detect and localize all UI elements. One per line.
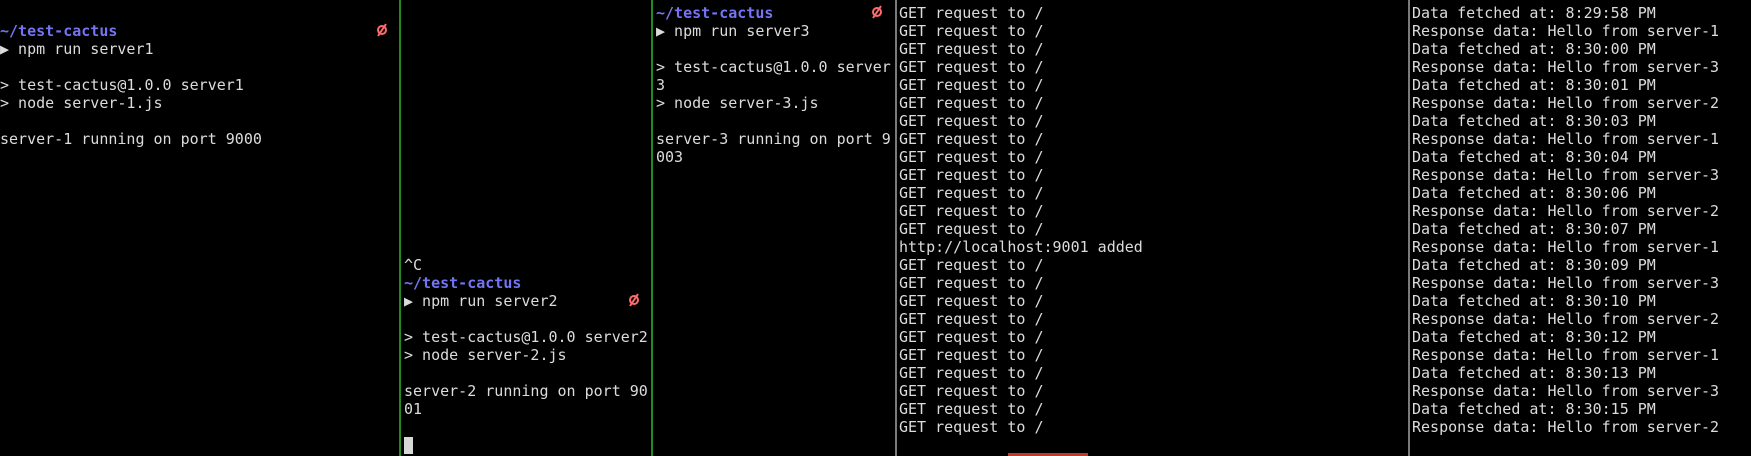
terminal-line: GET request to / [899,364,1044,382]
terminal-line: Response data: Hello from server-3 [1412,166,1720,184]
terminal-line: > test-cactus@1.0.0 server1 [0,76,244,94]
terminal-line: GET request to / [899,148,1044,166]
terminal-line: > node server-2.js [404,346,567,364]
terminal-line: ▶ npm run server1 [0,40,154,58]
terminal-line: > test-cactus@1.0.0 server2 [404,328,648,346]
terminal-line: server-2 running on port 90 [404,382,648,400]
terminal-line: Response data: Hello from server-2 [1412,94,1720,112]
terminal-line: ^C [404,256,423,274]
terminal-line: Response data: Hello from server-1 [1412,130,1720,148]
terminal-pane-server2[interactable]: ^C ~/test-cactus ▶ npm run server2 > test-c… [404,0,652,456]
terminal-line: Response data: Hello from server-2 [1412,310,1720,328]
terminal-pane-client[interactable]: Data fetched at: 8:29:58 PM Response data… [1412,0,1751,456]
terminal-line: http://localhost:9001 added [899,238,1143,256]
terminal-line: Data fetched at: 8:30:10 PM [1412,292,1656,310]
prompt-path: ~/test-cactus [404,274,522,292]
terminal-line: GET request to / [899,400,1044,418]
terminal-line: GET request to / [899,184,1044,202]
terminal-cursor [404,437,413,454]
terminal-line: Response data: Hello from server-1 [1412,238,1720,256]
terminal-line: Response data: Hello from server-3 [1412,274,1720,292]
terminal-line: GET request to / [899,256,1044,274]
terminal-line: > test-cactus@1.0.0 server [656,58,891,76]
terminal-line: GET request to / [899,112,1044,130]
prompt-path: ~/test-cactus [656,4,774,22]
terminal-pane-server1[interactable]: ~/test-cactus ▶ npm run server1 > test-cac… [0,0,400,456]
terminal-line: Data fetched at: 8:30:13 PM [1412,364,1656,382]
terminal-line: GET request to / [899,40,1044,58]
terminal-line: GET request to / [899,346,1044,364]
terminal-line: Data fetched at: 8:30:04 PM [1412,148,1656,166]
terminal-line: Data fetched at: 8:30:00 PM [1412,40,1656,58]
terminal-line: GET request to / [899,4,1044,22]
terminal-line: GET request to / [899,58,1044,76]
terminal-line: GET request to / [899,274,1044,292]
terminal-line: Data fetched at: 8:30:03 PM [1412,112,1656,130]
prompt-path: ~/test-cactus [0,22,118,40]
terminal-line: GET request to / [899,94,1044,112]
terminal-line: Data fetched at: 8:30:15 PM [1412,400,1656,418]
terminal-line: GET request to / [899,76,1044,94]
git-dirty-icon [629,293,639,307]
terminal-line: Response data: Hello from server-1 [1412,22,1720,40]
terminal-line: Response data: Hello from server-3 [1412,58,1720,76]
terminal-pane-server3[interactable]: ~/test-cactus ▶ npm run server3 > test-cac… [656,0,895,456]
terminal-line: 003 [656,148,684,166]
terminal-line: Data fetched at: 8:30:12 PM [1412,328,1656,346]
terminal-line: server-1 running on port 9000 [0,130,262,148]
pane-divider[interactable] [895,0,897,456]
terminal-line: 3 [656,76,666,94]
terminal-line: GET request to / [899,292,1044,310]
terminal-line: Data fetched at: 8:30:01 PM [1412,76,1656,94]
terminal-line: GET request to / [899,220,1044,238]
terminal-line: GET request to / [899,382,1044,400]
git-dirty-icon [872,5,882,19]
terminal-line: > node server-1.js [0,94,163,112]
terminal-line: Response data: Hello from server-2 [1412,202,1720,220]
terminal-line: Data fetched at: 8:30:06 PM [1412,184,1656,202]
terminal-line: Response data: Hello from server-1 [1412,346,1720,364]
terminal-line: GET request to / [899,22,1044,40]
terminal-line: GET request to / [899,166,1044,184]
terminal-line: GET request to / [899,418,1044,436]
terminal-line: Response data: Hello from server-2 [1412,418,1720,436]
terminal-line: GET request to / [899,202,1044,220]
terminal-line: ▶ npm run server3 [656,22,810,40]
terminal-line: Data fetched at: 8:29:58 PM [1412,4,1656,22]
pane-divider[interactable] [1408,0,1410,456]
terminal-line: server-3 running on port 9 [656,130,891,148]
pane-divider[interactable] [651,0,653,456]
terminal-line: ▶ npm run server2 [404,292,558,310]
terminal-line: > node server-3.js [656,94,819,112]
terminal-line: Data fetched at: 8:30:07 PM [1412,220,1656,238]
pane-divider[interactable] [399,0,401,456]
terminal-line: Response data: Hello from server-3 [1412,382,1720,400]
terminal-line: 01 [404,400,423,418]
git-dirty-icon [377,23,387,37]
terminal-line: Data fetched at: 8:30:09 PM [1412,256,1656,274]
terminal-pane-load-balancer[interactable]: GET request to / GET request to / GET requ… [899,0,1408,456]
terminal-line: GET request to / [899,328,1044,346]
terminal-line: GET request to / [899,310,1044,328]
terminal-line: GET request to / [899,130,1044,148]
